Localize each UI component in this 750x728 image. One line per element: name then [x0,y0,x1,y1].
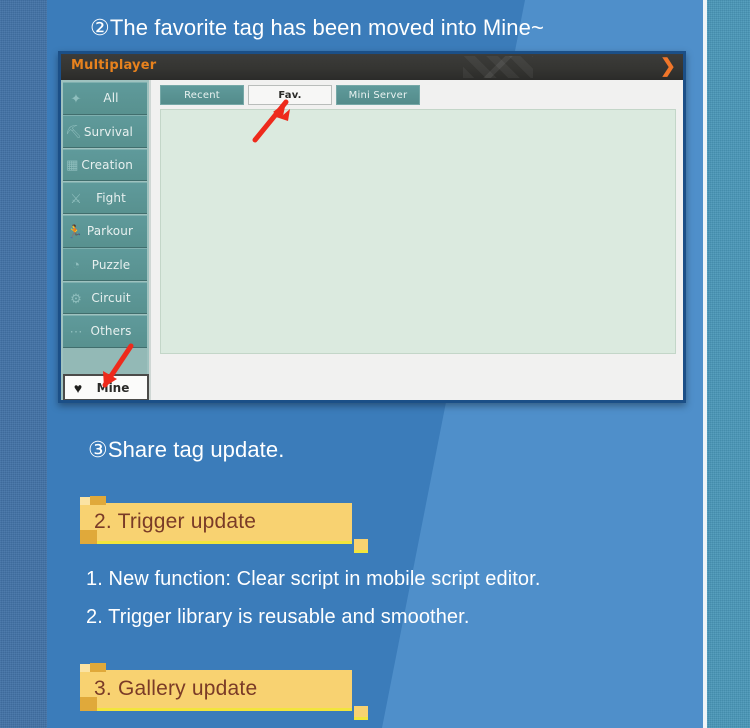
close-icon[interactable]: ❯ [657,55,679,78]
sidebar-item-label: Others [90,324,132,339]
sidebar-item-label: Survival [83,124,133,139]
sidebar-item-label: Circuit [91,291,131,306]
category-sidebar: ✦ All ⛏ Survival ▦ Creation ⚔ Fight 🏃 Pa… [61,80,151,400]
tab-fav[interactable]: Fav. [248,85,332,105]
sidebar-item-puzzle[interactable]: ◔ Puzzle [63,248,147,281]
sidebar-item-label: Mine [96,380,130,395]
sidebar-others-icon: ⋯ [69,323,83,339]
sidebar-item-others[interactable]: ⋯ Others [63,315,147,348]
window-footer [153,356,683,400]
window-titlebar: Multiplayer ❯ [61,54,683,80]
sidebar-item-parkour[interactable]: 🏃 Parkour [63,215,147,248]
multiplayer-window: Multiplayer ❯ ✦ All ⛏ Survival ▦ Creatio… [58,51,686,403]
background-right-texture-strip [707,0,750,728]
sidebar-item-label: Parkour [86,224,133,239]
page-root: ②The favorite tag has been moved into Mi… [0,0,750,728]
section-heading-trigger-update: 2. Trigger update [80,496,368,553]
tab-mini-server[interactable]: Mini Server [336,85,420,105]
section-heading-text: 3. Gallery update [94,677,258,700]
sidebar-item-label: Creation [81,157,133,172]
sidebar-circuit-icon: ⚙ [70,290,82,306]
sidebar-puzzle-icon: ◔ [72,257,80,273]
heart-icon: ♥ [73,379,83,396]
background-left-texture-strip [0,0,47,728]
sidebar-parkour-icon: 🏃 [66,223,84,239]
sidebar-item-circuit[interactable]: ⚙ Circuit [63,281,147,315]
banner-corner-dark-top [90,663,106,672]
sidebar-item-all[interactable]: ✦ All [63,82,147,115]
banner-corner-dark-bottom [80,697,97,711]
window-main-pane: Recent Fav. Mini Server [153,80,683,400]
banner-corner-dark-bottom [80,530,97,544]
sidebar-item-label: Fight [96,191,126,206]
caption-item-2: ②The favorite tag has been moved into Mi… [90,15,544,40]
sidebar-item-survival[interactable]: ⛏ Survival [63,115,147,148]
sidebar-creation-icon: ▦ [66,157,79,173]
sidebar-item-mine[interactable]: ♥ Mine [63,374,149,400]
tab-recent[interactable]: Recent [160,85,244,105]
list-item: 1. New function: Clear script in mobile … [86,568,541,590]
sidebar-item-label: All [103,91,119,106]
server-list-panel[interactable] [160,109,676,354]
banner-corner-dark-top [90,496,106,505]
sidebar-survival-icon: ⛏ [65,124,82,140]
banner-corner-light [80,664,90,672]
tab-bar: Recent Fav. Mini Server [160,85,420,105]
caption-item-3: ③Share tag update. [88,437,285,462]
sidebar-fight-icon: ⚔ [70,190,82,206]
sidebar-item-fight[interactable]: ⚔ Fight [63,181,147,215]
titlebar-checker-pattern [463,56,533,78]
sidebar-all-icon: ✦ [70,90,82,106]
sidebar-item-label: Puzzle [91,257,131,272]
background-left-separator [47,0,50,728]
sidebar-item-creation[interactable]: ▦ Creation [63,148,147,182]
banner-corner-accent [354,539,368,553]
window-title: Multiplayer [71,58,157,73]
banner-corner-accent [354,706,368,720]
window-body: ✦ All ⛏ Survival ▦ Creation ⚔ Fight 🏃 Pa… [61,80,683,400]
list-item: 2. Trigger library is reusable and smoot… [86,606,470,628]
banner-corner-light [80,497,90,505]
section-heading-text: 2. Trigger update [94,510,257,533]
section-heading-gallery-update: 3. Gallery update [80,663,368,720]
